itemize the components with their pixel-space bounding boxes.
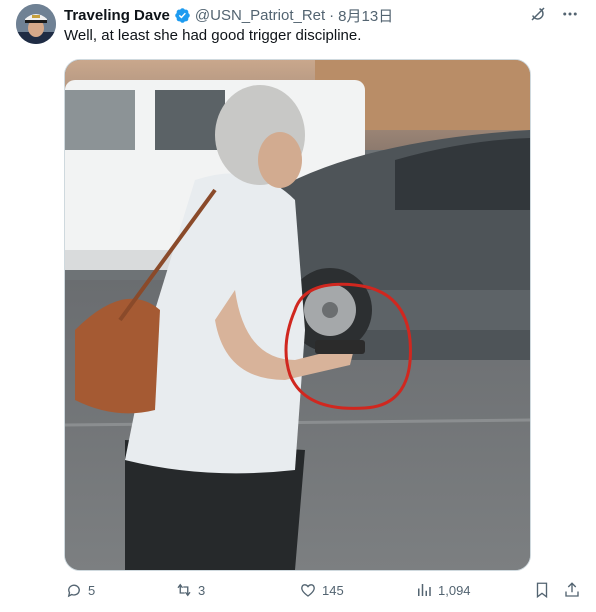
repost-icon xyxy=(174,580,194,600)
repost-button[interactable]: 3 xyxy=(174,580,205,600)
like-button[interactable]: 145 xyxy=(298,580,344,600)
tweet-actions: 5 3 145 1,094 xyxy=(64,580,584,604)
avatar[interactable] xyxy=(16,4,56,44)
views-count: 1,094 xyxy=(438,582,471,598)
reply-icon xyxy=(64,580,84,600)
separator-dot: · xyxy=(329,6,335,24)
reply-button[interactable]: 5 xyxy=(64,580,95,600)
share-button[interactable] xyxy=(562,580,586,600)
tweet-media-video[interactable] xyxy=(64,59,531,571)
like-count: 145 xyxy=(322,582,344,598)
display-name[interactable]: Traveling Dave xyxy=(64,7,170,24)
top-actions xyxy=(528,4,580,24)
grok-icon[interactable] xyxy=(528,4,548,24)
handle[interactable]: @USN_Patriot_Ret xyxy=(195,7,325,24)
bookmark-icon xyxy=(532,580,552,600)
reply-count: 5 xyxy=(88,582,96,598)
views-icon xyxy=(414,580,434,600)
bookmark-button[interactable] xyxy=(532,580,556,600)
views-button[interactable]: 1,094 xyxy=(414,580,471,600)
repost-count: 3 xyxy=(198,582,206,598)
timestamp[interactable]: 8月13日 xyxy=(338,5,393,26)
verified-badge-icon[interactable] xyxy=(174,7,191,24)
tweet-header: Traveling Dave @USN_Patriot_Ret · 8月13日 xyxy=(64,5,393,25)
more-icon[interactable] xyxy=(560,4,580,24)
tweet-text: Well, at least she had good trigger disc… xyxy=(64,27,362,44)
like-icon xyxy=(298,580,318,600)
share-icon xyxy=(562,580,582,600)
